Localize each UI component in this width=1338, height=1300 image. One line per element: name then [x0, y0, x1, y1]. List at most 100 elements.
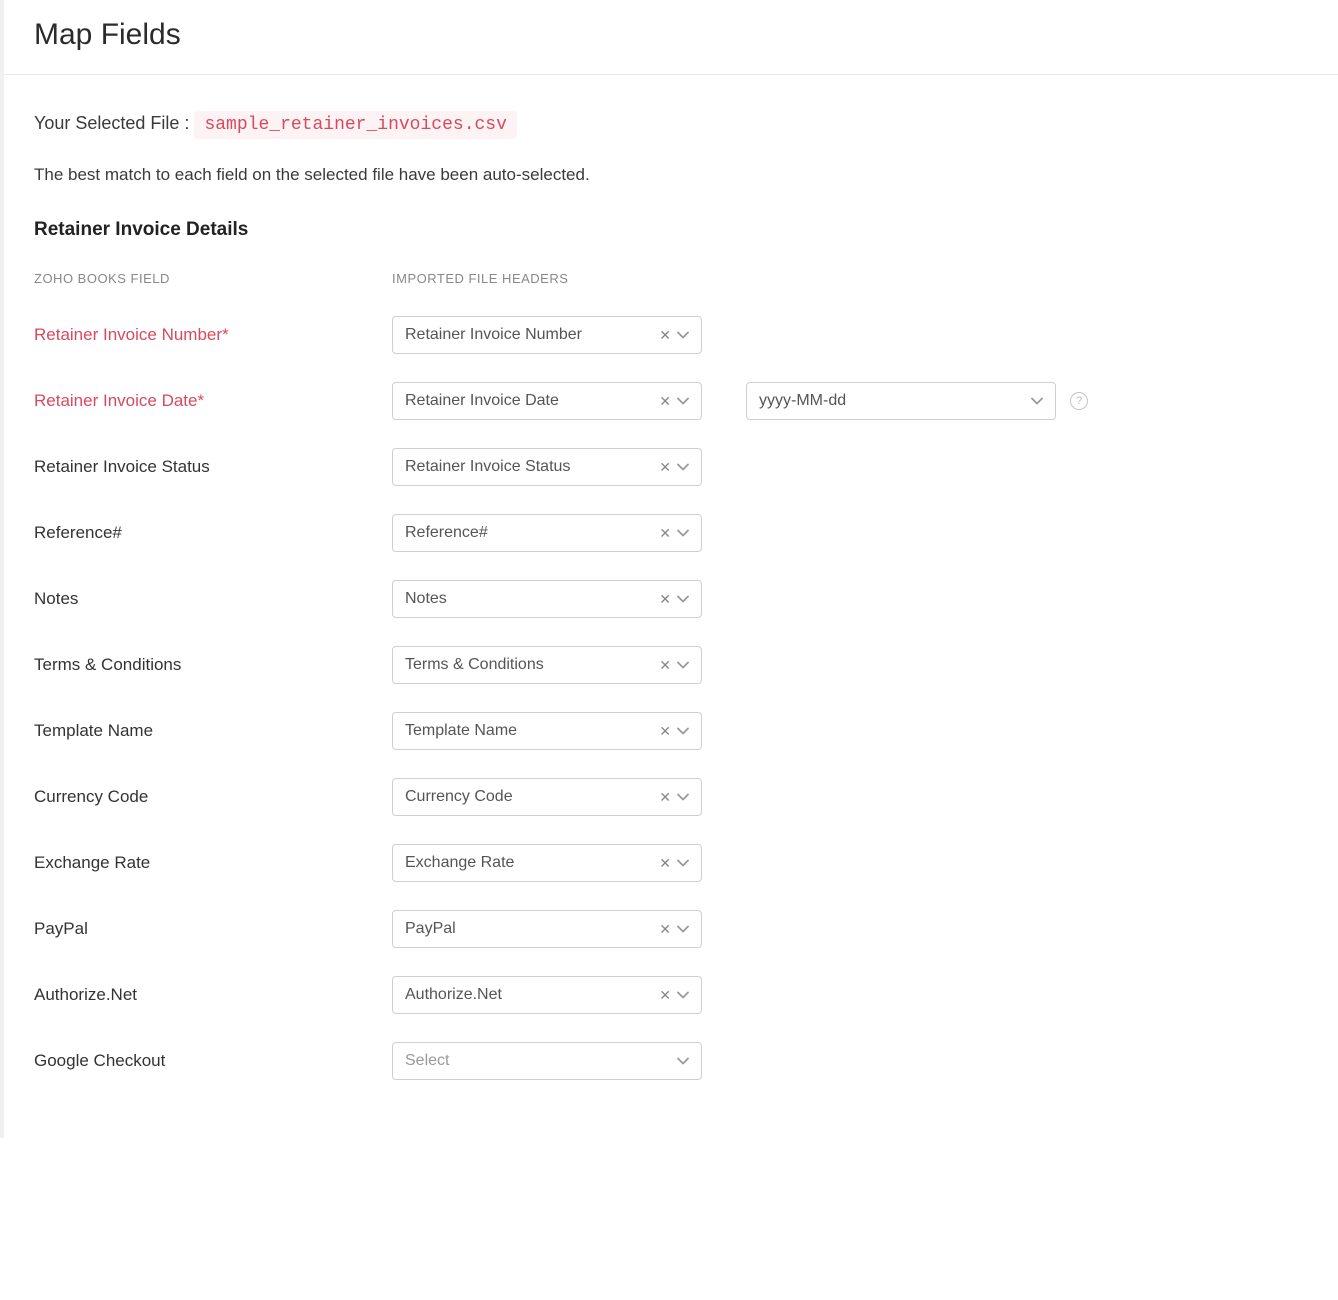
select-value: Retainer Invoice Status — [405, 458, 659, 476]
column-headers-row: ZOHO BOOKS FIELD IMPORTED FILE HEADERS — [34, 271, 1308, 286]
select-value: Template Name — [405, 722, 659, 740]
field-label: Currency Code — [34, 787, 392, 807]
select-value: Reference# — [405, 524, 659, 542]
page-title: Map Fields — [34, 18, 1308, 52]
file-header-select[interactable]: Retainer Invoice Status✕ — [392, 448, 702, 486]
selected-file-name: sample_retainer_invoices.csv — [194, 111, 516, 139]
file-header-select[interactable]: Select — [392, 1042, 702, 1080]
select-controls: ✕ — [659, 394, 689, 408]
select-value: Notes — [405, 590, 659, 608]
select-value: Currency Code — [405, 788, 659, 806]
chevron-down-icon[interactable] — [677, 595, 689, 603]
clear-icon[interactable]: ✕ — [659, 592, 671, 606]
file-header-select[interactable]: Authorize.Net✕ — [392, 976, 702, 1014]
column-header-imported-file: IMPORTED FILE HEADERS — [392, 271, 748, 286]
select-controls: ✕ — [659, 856, 689, 870]
file-header-select[interactable]: PayPal✕ — [392, 910, 702, 948]
hint-text: The best match to each field on the sele… — [34, 165, 1308, 185]
chevron-down-icon[interactable] — [677, 727, 689, 735]
file-header-select[interactable]: Exchange Rate✕ — [392, 844, 702, 882]
header-divider — [4, 74, 1338, 75]
clear-icon[interactable]: ✕ — [659, 922, 671, 936]
select-controls: ✕ — [659, 988, 689, 1002]
field-label: Retainer Invoice Status — [34, 457, 392, 477]
clear-icon[interactable]: ✕ — [659, 658, 671, 672]
select-value: Retainer Invoice Number — [405, 326, 659, 344]
chevron-down-icon[interactable] — [677, 331, 689, 339]
select-value: Terms & Conditions — [405, 656, 659, 674]
field-row: PayPalPayPal✕ — [34, 910, 1308, 948]
field-row: Retainer Invoice StatusRetainer Invoice … — [34, 448, 1308, 486]
file-header-select[interactable]: Retainer Invoice Date✕ — [392, 382, 702, 420]
field-label: Exchange Rate — [34, 853, 392, 873]
field-row: Google Checkout Select — [34, 1042, 1308, 1080]
page-container: Map Fields Your Selected File : sample_r… — [0, 0, 1338, 1138]
field-row: Terms & ConditionsTerms & Conditions✕ — [34, 646, 1308, 684]
select-controls: ✕ — [659, 790, 689, 804]
chevron-down-icon[interactable] — [677, 397, 689, 405]
select-value: Exchange Rate — [405, 854, 659, 872]
select-controls: ✕ — [659, 922, 689, 936]
selected-file-row: Your Selected File : sample_retainer_inv… — [34, 113, 1308, 135]
field-row: Exchange RateExchange Rate✕ — [34, 844, 1308, 882]
clear-icon[interactable]: ✕ — [659, 526, 671, 540]
clear-icon[interactable]: ✕ — [659, 790, 671, 804]
section-title: Retainer Invoice Details — [34, 219, 1308, 241]
clear-icon[interactable]: ✕ — [659, 988, 671, 1002]
field-row: Template NameTemplate Name✕ — [34, 712, 1308, 750]
field-label: Google Checkout — [34, 1051, 392, 1071]
field-label: Retainer Invoice Number* — [34, 325, 392, 345]
clear-icon[interactable]: ✕ — [659, 328, 671, 342]
fields-container: Retainer Invoice Number*Retainer Invoice… — [34, 316, 1308, 1080]
field-label: PayPal — [34, 919, 392, 939]
file-header-select[interactable]: Currency Code✕ — [392, 778, 702, 816]
field-label: Authorize.Net — [34, 985, 392, 1005]
file-header-select[interactable]: Template Name✕ — [392, 712, 702, 750]
chevron-down-icon[interactable] — [677, 463, 689, 471]
select-controls: ✕ — [659, 724, 689, 738]
field-row: Authorize.NetAuthorize.Net✕ — [34, 976, 1308, 1014]
date-format-column: yyyy-MM-dd? — [746, 382, 1088, 420]
file-header-select[interactable]: Terms & Conditions✕ — [392, 646, 702, 684]
field-label: Reference# — [34, 523, 392, 543]
field-label: Terms & Conditions — [34, 655, 392, 675]
chevron-down-icon[interactable] — [677, 1057, 689, 1065]
select-controls: ✕ — [659, 328, 689, 342]
chevron-down-icon[interactable] — [677, 793, 689, 801]
file-header-select[interactable]: Reference#✕ — [392, 514, 702, 552]
clear-icon[interactable]: ✕ — [659, 724, 671, 738]
select-controls — [677, 1057, 689, 1065]
clear-icon[interactable]: ✕ — [659, 394, 671, 408]
help-icon[interactable]: ? — [1070, 392, 1088, 410]
chevron-down-icon[interactable] — [677, 661, 689, 669]
field-label: Retainer Invoice Date* — [34, 391, 392, 411]
chevron-down-icon[interactable] — [677, 859, 689, 867]
field-row: Reference#Reference#✕ — [34, 514, 1308, 552]
date-format-select[interactable]: yyyy-MM-dd — [746, 382, 1056, 420]
selected-file-label: Your Selected File : — [34, 113, 189, 133]
chevron-down-icon[interactable] — [677, 529, 689, 537]
select-value: Retainer Invoice Date — [405, 392, 659, 410]
field-row: Retainer Invoice Date*Retainer Invoice D… — [34, 382, 1308, 420]
select-value: Select — [405, 1052, 677, 1070]
chevron-down-icon[interactable] — [1031, 397, 1043, 405]
select-value: PayPal — [405, 920, 659, 938]
column-header-zoho-field: ZOHO BOOKS FIELD — [34, 271, 392, 286]
chevron-down-icon[interactable] — [677, 925, 689, 933]
field-row: NotesNotes✕ — [34, 580, 1308, 618]
select-controls: ✕ — [659, 460, 689, 474]
select-controls: ✕ — [659, 592, 689, 606]
chevron-down-icon[interactable] — [677, 991, 689, 999]
select-controls: ✕ — [659, 658, 689, 672]
field-label: Notes — [34, 589, 392, 609]
clear-icon[interactable]: ✕ — [659, 856, 671, 870]
clear-icon[interactable]: ✕ — [659, 460, 671, 474]
field-row: Retainer Invoice Number*Retainer Invoice… — [34, 316, 1308, 354]
select-controls: ✕ — [659, 526, 689, 540]
select-value: Authorize.Net — [405, 986, 659, 1004]
file-header-select[interactable]: Notes✕ — [392, 580, 702, 618]
field-row: Currency CodeCurrency Code✕ — [34, 778, 1308, 816]
file-header-select[interactable]: Retainer Invoice Number✕ — [392, 316, 702, 354]
date-format-value: yyyy-MM-dd — [759, 392, 1031, 410]
field-label: Template Name — [34, 721, 392, 741]
